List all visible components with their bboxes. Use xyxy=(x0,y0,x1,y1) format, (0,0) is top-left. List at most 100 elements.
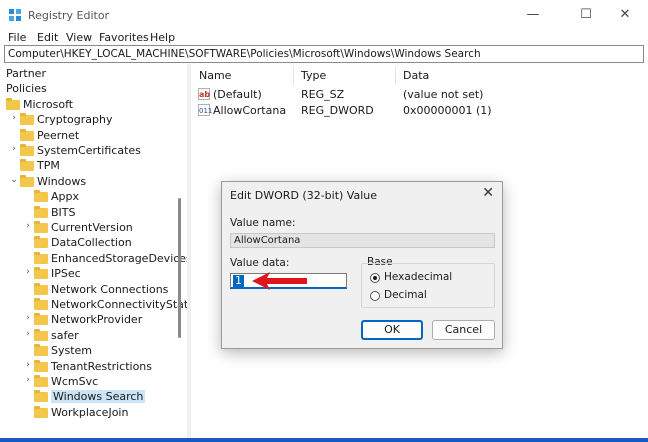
tree-item-label: NetworkProvider xyxy=(51,313,143,327)
tree-item[interactable]: › Cryptography xyxy=(0,113,180,128)
folder-icon xyxy=(34,190,48,203)
decimal-radio[interactable] xyxy=(370,291,380,301)
menu-help[interactable]: Help xyxy=(150,31,175,44)
menu-view[interactable]: View xyxy=(66,31,92,44)
column-divider[interactable] xyxy=(395,66,396,84)
chevron-right-icon[interactable]: › xyxy=(23,313,33,323)
pane-splitter[interactable] xyxy=(187,64,191,438)
tree-item-label: Appx xyxy=(51,190,79,204)
column-header-type[interactable]: Type xyxy=(301,69,326,82)
tree-item-label: SystemCertificates xyxy=(37,144,141,157)
window-bottom-edge xyxy=(0,438,648,442)
folder-icon xyxy=(34,328,48,341)
edit-dword-dialog: Edit DWORD (32-bit) Value ✕ Value name: … xyxy=(221,181,503,349)
tree-item-label: Cryptography xyxy=(37,113,113,127)
value-data-label: Value data: xyxy=(230,257,290,269)
folder-icon xyxy=(34,298,48,310)
tree-item[interactable]: ⌄ Windows xyxy=(0,174,180,190)
tree-item-label: safer xyxy=(51,328,79,342)
tree-item[interactable]: › SystemCertificates xyxy=(0,144,180,159)
chevron-down-icon[interactable]: ⌄ xyxy=(9,175,19,185)
tree-item[interactable]: › IPSec xyxy=(0,267,180,282)
tree-item[interactable]: › TenantRestrictions xyxy=(0,359,180,375)
folder-icon xyxy=(34,236,48,249)
tree-item[interactable]: WorkplaceJoin xyxy=(0,405,180,421)
column-header-data[interactable]: Data xyxy=(403,69,429,82)
tree-scrollbar-thumb[interactable] xyxy=(178,198,181,338)
tree-item[interactable]: BITS xyxy=(0,205,180,221)
chevron-right-icon[interactable]: › xyxy=(9,113,19,123)
folder-icon xyxy=(6,97,20,110)
menu-bar: File Edit View Favorites Help xyxy=(0,30,648,46)
title-bar: Registry Editor — ☐ ✕ xyxy=(0,0,648,30)
tree-item[interactable]: › NetworkProvider xyxy=(0,313,180,328)
column-header-name[interactable]: Name xyxy=(199,69,231,82)
tree-item[interactable]: DataCollection xyxy=(0,236,180,251)
cancel-button[interactable]: Cancel xyxy=(432,320,495,340)
tree-item[interactable]: › CurrentVersion xyxy=(0,221,180,236)
address-path: Computer\HKEY_LOCAL_MACHINE\SOFTWARE\Pol… xyxy=(8,48,481,60)
hexadecimal-radio[interactable] xyxy=(370,273,380,283)
menu-file[interactable]: File xyxy=(8,31,26,44)
tree-item[interactable]: Policies xyxy=(0,82,180,97)
decimal-label[interactable]: Decimal xyxy=(384,289,427,301)
value-name: AllowCortana xyxy=(213,104,287,117)
menu-favorites[interactable]: Favorites xyxy=(99,31,149,44)
menu-edit[interactable]: Edit xyxy=(37,31,58,44)
value-name-field: AllowCortana xyxy=(230,233,495,248)
tree-item[interactable]: NetworkConnectivityStatus xyxy=(0,298,187,313)
chevron-right-icon[interactable]: › xyxy=(23,329,33,339)
tree-item[interactable]: TPM xyxy=(0,159,180,174)
folder-icon xyxy=(34,344,48,357)
red-arrow-annotation xyxy=(252,272,307,290)
tree-item-label: TPM xyxy=(37,159,60,173)
tree-item[interactable]: Network Connections xyxy=(0,282,180,298)
close-button[interactable]: ✕ xyxy=(602,0,648,30)
folder-icon xyxy=(34,405,48,418)
tree-item-label: Windows xyxy=(37,174,87,188)
chevron-right-icon[interactable]: › xyxy=(23,360,33,370)
hexadecimal-label[interactable]: Hexadecimal xyxy=(384,271,452,283)
chevron-right-icon[interactable]: › xyxy=(23,375,33,385)
folder-icon xyxy=(34,267,48,280)
folder-icon xyxy=(34,313,48,326)
tree-item-label: TenantRestrictions xyxy=(51,359,153,373)
tree-item[interactable]: › safer xyxy=(0,328,180,344)
tree-item[interactable]: Microsoft xyxy=(0,97,180,113)
folder-icon xyxy=(34,390,48,403)
value-data: (value not set) xyxy=(403,88,484,101)
dialog-close-button[interactable]: ✕ xyxy=(482,185,494,201)
value-type: REG_DWORD xyxy=(301,104,374,117)
dialog-title: Edit DWORD (32-bit) Value xyxy=(230,189,378,202)
chevron-right-icon[interactable]: › xyxy=(9,144,19,154)
tree-item[interactable]: Windows Search xyxy=(0,390,180,405)
tree-item-label: WcmSvc xyxy=(51,375,99,388)
folder-icon xyxy=(34,251,48,264)
tree-item-label: NetworkConnectivityStatus xyxy=(51,298,188,311)
tree-item[interactable]: › WcmSvc xyxy=(0,375,180,390)
column-divider[interactable] xyxy=(293,66,294,84)
tree-item-label: Partner xyxy=(6,67,46,80)
tree-item[interactable]: Peernet xyxy=(0,128,180,144)
value-row[interactable]: 011 AllowCortana REG_DWORD 0x00000001 (1… xyxy=(192,104,648,119)
chevron-right-icon[interactable]: › xyxy=(23,267,33,277)
folder-icon xyxy=(34,205,48,218)
base-groupbox xyxy=(361,263,495,308)
tree-item[interactable]: System xyxy=(0,344,180,359)
tree-item[interactable]: Partner xyxy=(0,67,180,82)
folder-icon xyxy=(20,144,34,156)
folder-icon xyxy=(20,128,34,141)
chevron-right-icon[interactable]: › xyxy=(23,221,33,231)
folder-icon xyxy=(34,282,48,295)
tree-item-label: IPSec xyxy=(51,267,81,281)
value-row[interactable]: ab (Default) REG_SZ (value not set) xyxy=(192,88,648,103)
tree-item-label: Policies xyxy=(6,82,47,96)
minimize-button[interactable]: — xyxy=(510,0,556,30)
tree-item-label: CurrentVersion xyxy=(51,221,133,234)
tree-item-label: WorkplaceJoin xyxy=(51,405,129,419)
tree-item[interactable]: EnhancedStorageDevices xyxy=(0,251,187,267)
ok-button[interactable]: OK xyxy=(361,320,423,340)
tree-item[interactable]: Appx xyxy=(0,190,180,205)
address-bar[interactable]: Computer\HKEY_LOCAL_MACHINE\SOFTWARE\Pol… xyxy=(4,45,644,63)
key-tree-pane[interactable]: Partner Policies Microsoft › Cryptography Pee… xyxy=(0,64,188,438)
